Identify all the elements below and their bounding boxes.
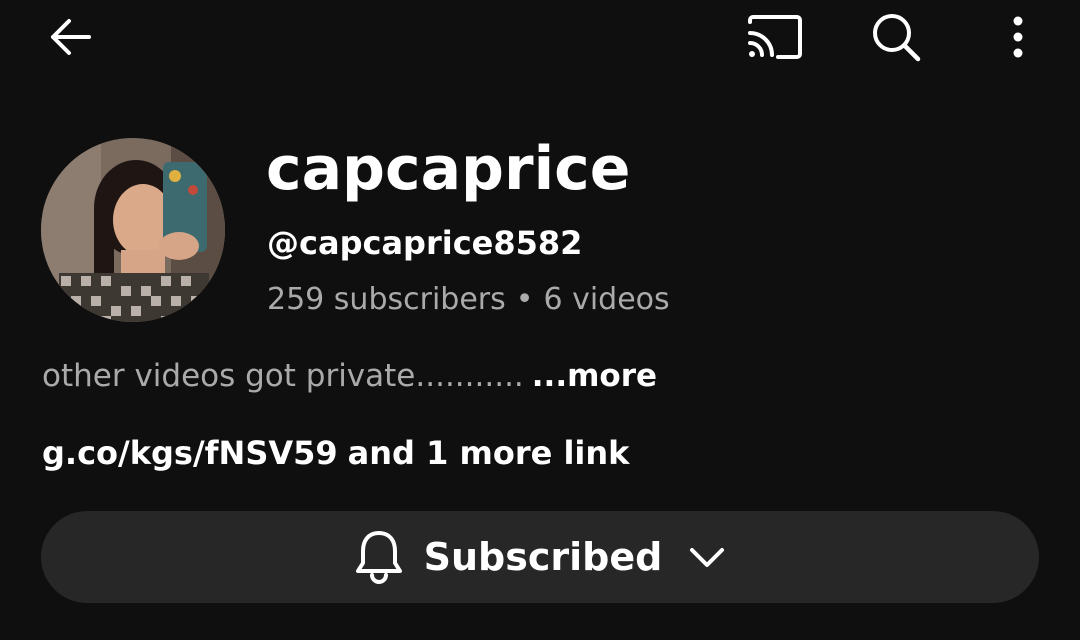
subscriber-count: 259 subscribers — [267, 282, 506, 317]
cast-icon — [748, 15, 802, 59]
channel-description[interactable]: other videos got private........... ...mo… — [42, 358, 657, 394]
description-text: other videos got private........... — [42, 358, 524, 394]
channel-handle: @capcaprice8582 — [267, 224, 583, 262]
more-vert-icon — [1013, 16, 1023, 58]
chevron-down-icon — [688, 545, 726, 569]
description-more-link[interactable]: ...more — [532, 358, 657, 394]
avatar-photo — [41, 138, 225, 322]
top-app-bar — [0, 0, 1080, 80]
channel-links[interactable]: g.co/kgs/fNSV59 and 1 more link — [42, 434, 629, 472]
subscribed-button[interactable]: Subscribed — [41, 511, 1039, 603]
search-icon — [873, 14, 921, 62]
stats-separator: • — [515, 282, 534, 317]
cast-button[interactable] — [742, 5, 806, 69]
channel-avatar[interactable] — [41, 138, 225, 322]
channel-name: capcaprice — [266, 134, 631, 204]
channel-link-url[interactable]: g.co/kgs/fNSV59 — [42, 434, 338, 472]
back-button[interactable] — [38, 5, 102, 69]
search-button[interactable] — [864, 5, 928, 69]
more-options-button[interactable] — [986, 5, 1050, 69]
more-links-text[interactable]: and 1 more link — [348, 434, 630, 472]
subscribed-label: Subscribed — [423, 535, 663, 579]
bell-icon — [354, 529, 404, 585]
video-count: 6 videos — [543, 282, 670, 317]
channel-stats: 259 subscribers • 6 videos — [267, 282, 670, 317]
arrow-left-icon — [51, 19, 91, 55]
